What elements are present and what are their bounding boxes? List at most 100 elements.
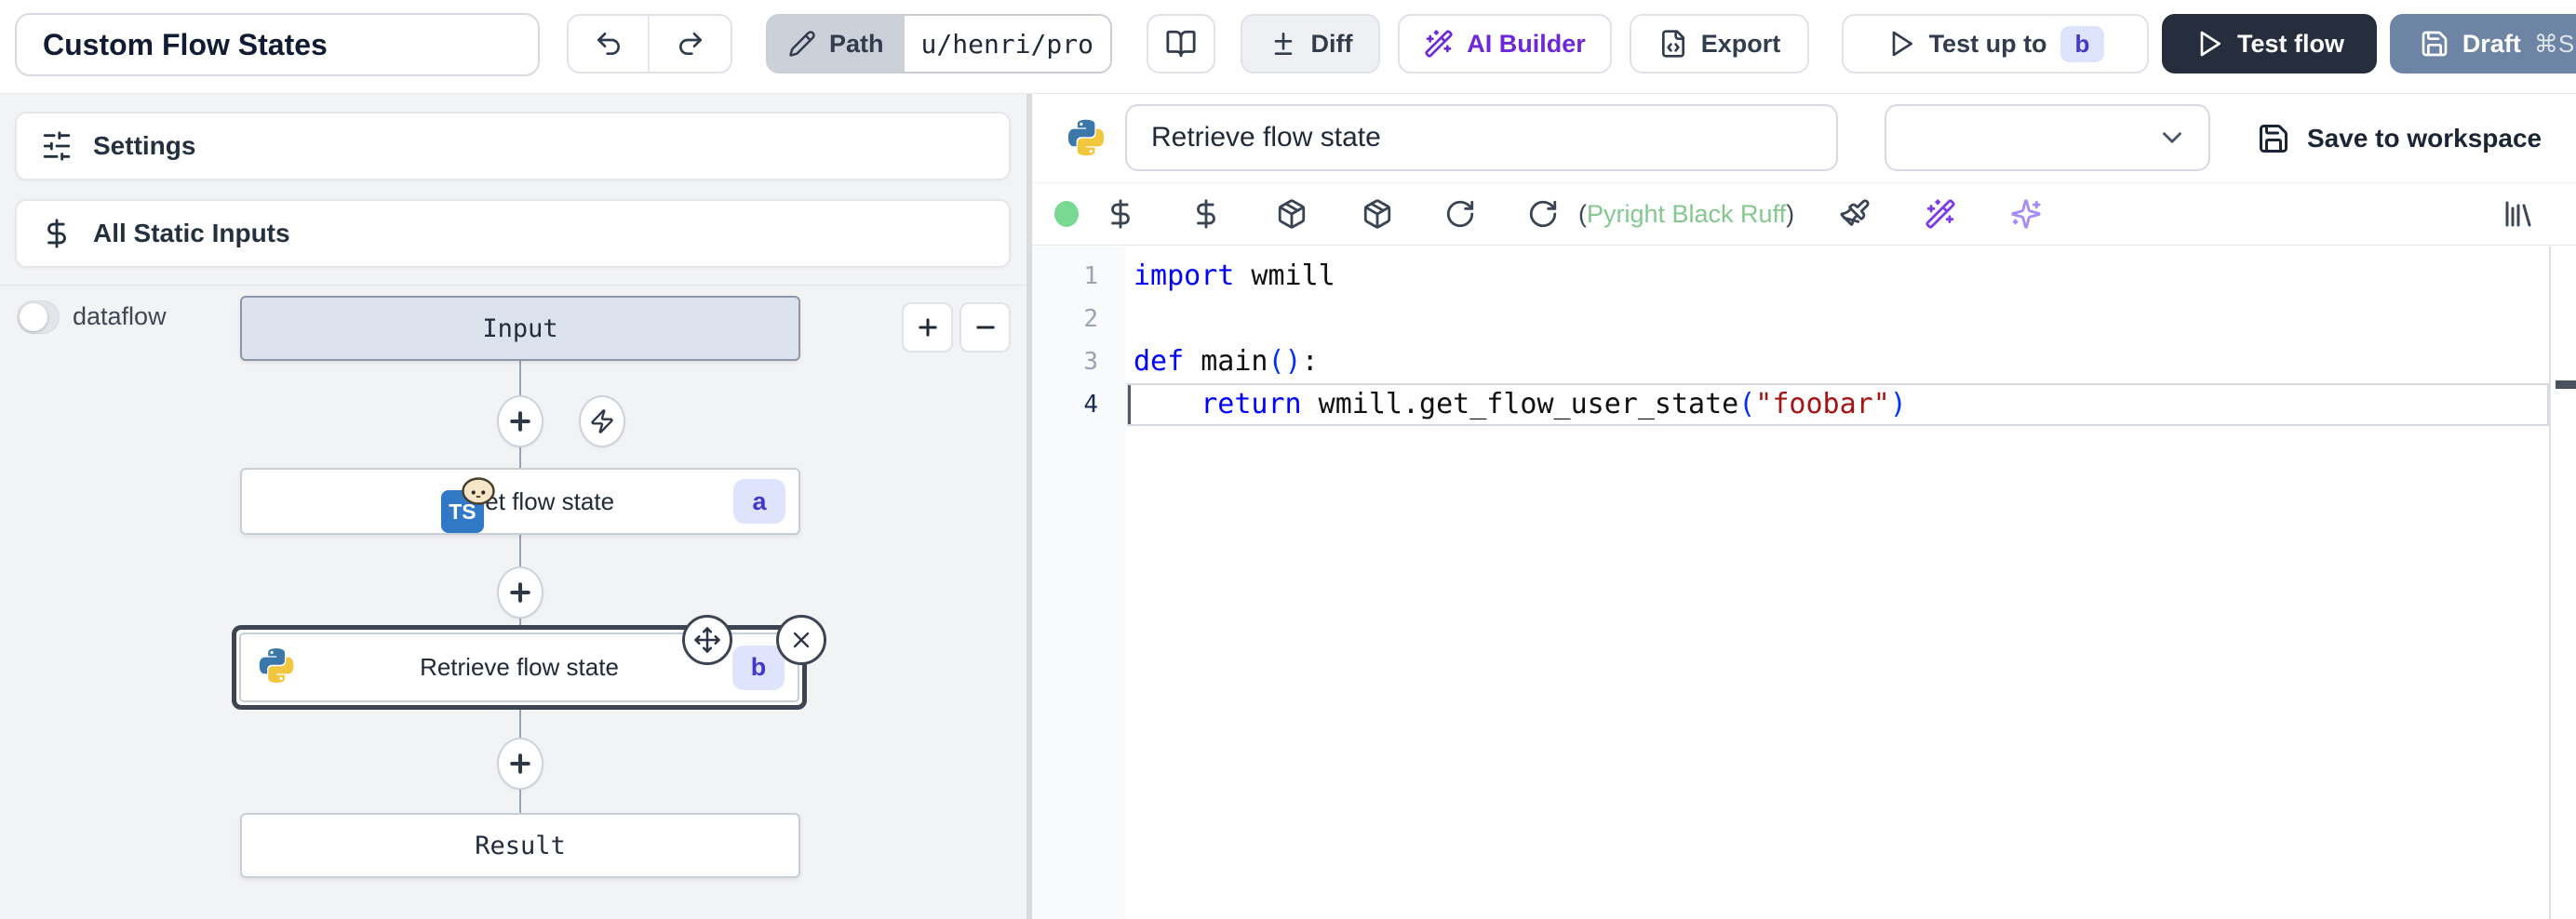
ai-builder-button[interactable]: AI Builder (1398, 14, 1612, 73)
library-icon (2502, 197, 2535, 231)
package-icon (1276, 198, 1308, 230)
ai-sparkles-button[interactable] (2010, 198, 2042, 230)
zoom-in-button[interactable] (902, 302, 953, 353)
step-b-id-badge: b (732, 646, 785, 690)
paintbrush-icon (1839, 198, 1871, 230)
reload-lsp-button[interactable] (1444, 198, 1476, 230)
static-inputs-icon-button-2[interactable] (1190, 198, 1222, 230)
insert-step-button-1[interactable] (497, 395, 543, 447)
wand-sparkles-icon (1424, 29, 1454, 59)
top-toolbar: Path u/henri/pro Diff AI Builder Export … (0, 0, 2576, 94)
package-icon (1362, 198, 1393, 230)
flow-title-input[interactable] (15, 13, 540, 76)
step-b-label: Retrieve flow state (420, 653, 619, 682)
line-number: 4 (1032, 383, 1126, 426)
graph-canvas-divider (0, 285, 1026, 286)
path-button[interactable]: Path u/henri/pro (766, 14, 1112, 73)
insert-step-button-2[interactable] (497, 566, 543, 619)
dollar-icon (1190, 198, 1222, 230)
dataflow-toggle[interactable] (17, 300, 60, 334)
undo-button[interactable] (569, 16, 650, 72)
save-icon (2420, 29, 2449, 59)
rotate-cw-icon (1444, 198, 1476, 230)
move-icon (693, 626, 721, 654)
plus-icon (915, 314, 941, 340)
minus-icon (973, 314, 999, 340)
test-up-to-label: Test up to (1929, 30, 2047, 59)
dollar-icon (1105, 198, 1136, 230)
editor-code-lines[interactable]: import wmill def main(): return wmill.get… (1127, 246, 2576, 919)
docs-button[interactable] (1147, 14, 1215, 73)
code-line: def main(): (1127, 340, 2576, 383)
test-up-to-step-badge: b (2060, 26, 2105, 62)
step-name-input[interactable] (1125, 104, 1838, 171)
redo-button[interactable] (650, 16, 731, 72)
input-node-label: Input (482, 314, 557, 343)
code-line: return wmill.get_flow_user_state("foobar… (1127, 383, 2576, 426)
script-library-button[interactable] (2502, 197, 2535, 231)
settings-label: Settings (93, 131, 195, 161)
editor-toolbar: (Pyright Black Ruff) (1032, 183, 2576, 246)
plus-icon (506, 579, 534, 606)
draft-shortcut: ⌘S (2534, 30, 2574, 59)
draft-label: Draft (2462, 30, 2521, 59)
assistants-open-paren: ( (1578, 200, 1587, 228)
editor-cursor (1128, 385, 1131, 424)
dataflow-toggle-label: dataflow (73, 302, 167, 331)
zap-icon (589, 408, 615, 434)
undo-redo-group (567, 14, 732, 73)
draft-save-button[interactable]: Draft ⌘S (2390, 14, 2576, 73)
move-step-button[interactable] (682, 615, 732, 665)
line-number: 1 (1032, 255, 1126, 298)
static-inputs-icon-button[interactable] (1105, 198, 1136, 230)
plus-icon (506, 750, 534, 778)
step-summary-dropdown[interactable] (1885, 104, 2210, 171)
all-static-inputs-row[interactable]: All Static Inputs (15, 199, 1011, 268)
panel-resize-divider[interactable] (1026, 94, 1032, 919)
line-number: 2 (1032, 298, 1126, 340)
delete-step-button[interactable] (776, 615, 826, 665)
chevron-down-icon (2156, 122, 2188, 153)
export-button[interactable]: Export (1630, 14, 1809, 73)
toggle-knob (20, 303, 47, 331)
pencil-icon (788, 30, 816, 58)
insert-step-button-3[interactable] (497, 738, 543, 790)
editor-line-numbers: 1234 (1032, 246, 1126, 919)
flow-node-result[interactable]: Result (240, 813, 800, 878)
package-explore-button-2[interactable] (1362, 198, 1393, 230)
code-line (1127, 298, 2576, 340)
path-label: Path (829, 30, 884, 59)
lsp-status-indicator (1054, 201, 1079, 227)
test-up-to-button[interactable]: Test up to b (1842, 14, 2149, 73)
test-flow-button[interactable]: Test flow (2162, 14, 2377, 73)
settings-row[interactable]: Settings (15, 112, 1011, 180)
file-code-icon (1658, 29, 1688, 59)
zoom-out-button[interactable] (959, 302, 1011, 353)
minimap-divider (2549, 246, 2551, 919)
flow-node-set-flow-state[interactable]: TS Set flow state a (240, 468, 800, 535)
typescript-icon: TS (441, 490, 484, 533)
assistants-names: Pyright Black Ruff (1587, 200, 1786, 228)
step-editor-panel: Save to workspace (Pyright Black Ruff) (1032, 94, 2576, 919)
diff-button[interactable]: Diff (1241, 14, 1380, 73)
export-label: Export (1701, 30, 1781, 59)
rotate-cw-icon (1527, 198, 1559, 230)
sliders-icon (41, 130, 73, 162)
redo-icon (676, 29, 705, 59)
reload-lsp-button-2[interactable] (1527, 198, 1559, 230)
format-code-button[interactable] (1839, 198, 1871, 230)
overview-ruler-cursor-mark (2556, 380, 2576, 389)
assistants-close-paren: ) (1786, 200, 1794, 228)
save-to-workspace-button[interactable]: Save to workspace (2257, 94, 2542, 183)
code-assistants-label[interactable]: (Pyright Black Ruff) (1578, 200, 1794, 229)
code-line: import wmill (1127, 255, 2576, 298)
code-editor[interactable]: 1234 import wmill def main(): return wmil… (1032, 246, 2576, 919)
bun-icon (462, 477, 495, 505)
add-trigger-button[interactable] (579, 395, 625, 447)
path-button-label: Path (768, 16, 905, 72)
flow-node-input[interactable]: Input (240, 296, 800, 361)
package-explore-button[interactable] (1276, 198, 1308, 230)
ai-generate-button[interactable] (1925, 198, 1956, 230)
result-node-label: Result (475, 832, 566, 860)
all-static-inputs-label: All Static Inputs (93, 219, 290, 248)
